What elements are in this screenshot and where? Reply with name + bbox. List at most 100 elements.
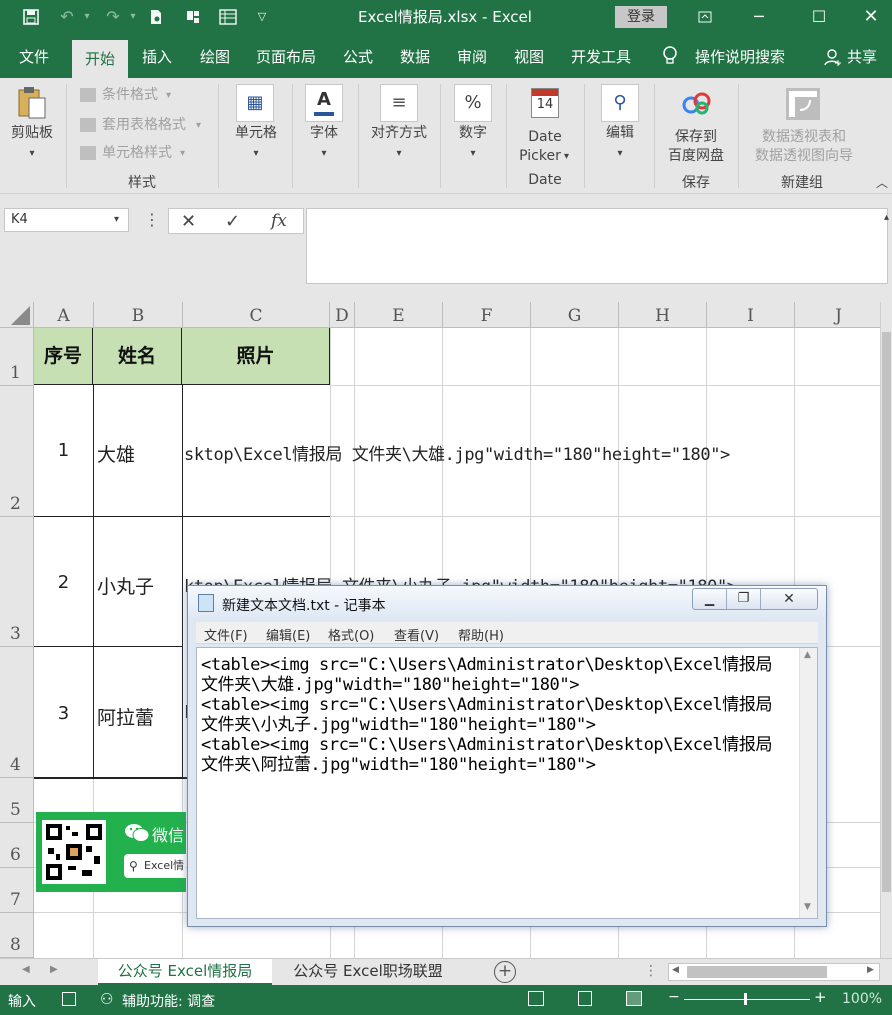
tab-developer[interactable]: 开发工具 bbox=[562, 34, 640, 78]
column-header-h[interactable]: H bbox=[619, 302, 707, 328]
name-box[interactable]: K4 bbox=[4, 208, 129, 232]
cells-dropdown-icon[interactable]: ▾ bbox=[226, 144, 286, 163]
cell-no-1[interactable]: 1 bbox=[34, 440, 93, 461]
scroll-right-icon[interactable]: ▶ bbox=[867, 965, 874, 975]
insert-function-icon[interactable]: fx bbox=[271, 211, 287, 231]
cell-style-dropdown-icon[interactable]: ▾ bbox=[180, 144, 185, 163]
date-picker-line2[interactable]: Picker bbox=[512, 147, 568, 166]
row-header-2[interactable]: 2 bbox=[0, 386, 34, 517]
column-header-a[interactable]: A bbox=[34, 302, 94, 328]
tab-insert[interactable]: 插入 bbox=[132, 34, 182, 78]
conditional-format-dropdown-icon[interactable]: ▾ bbox=[166, 86, 171, 105]
row-header-6[interactable]: 6 bbox=[0, 823, 34, 868]
header-cell-name[interactable]: 姓名 bbox=[93, 328, 182, 385]
notepad-close-icon[interactable]: ✕ bbox=[761, 589, 817, 609]
collapse-ribbon-icon[interactable]: ︿ bbox=[876, 174, 888, 193]
prev-sheet-icon[interactable]: ◀ bbox=[22, 964, 30, 975]
accessibility-status[interactable]: 辅助功能: 调查 bbox=[122, 991, 215, 1011]
horizontal-scrollbar[interactable]: ◀ ▶ bbox=[668, 963, 880, 981]
scroll-thumb[interactable] bbox=[882, 332, 891, 892]
tab-split-icon[interactable]: ⋮ bbox=[644, 963, 658, 979]
scroll-down-icon[interactable]: ▼ bbox=[804, 902, 811, 912]
tell-me-search[interactable]: 操作说明搜索 bbox=[686, 34, 794, 78]
h-scroll-thumb[interactable] bbox=[687, 966, 827, 978]
align-icon[interactable]: ≡ bbox=[380, 84, 418, 122]
login-button[interactable]: 登录 bbox=[615, 6, 667, 28]
header-cell-photo[interactable]: 照片 bbox=[182, 328, 330, 385]
namebox-dropdown-icon[interactable]: ▾ bbox=[114, 214, 119, 225]
menu-view[interactable]: 查看(V) bbox=[394, 625, 439, 644]
pivot-wizard-line1[interactable]: 数据透视表和 bbox=[744, 128, 864, 147]
zoom-slider-thumb[interactable] bbox=[744, 993, 747, 1005]
table-format-dropdown-icon[interactable]: ▾ bbox=[196, 116, 201, 135]
tab-draw[interactable]: 绘图 bbox=[190, 34, 240, 78]
column-header-f[interactable]: F bbox=[443, 302, 531, 328]
scroll-up-icon[interactable]: ▲ bbox=[804, 650, 811, 660]
notepad-text-area[interactable]: <table><img src="C:\Users\Administrator\… bbox=[196, 647, 818, 919]
clipboard-button[interactable]: 剪贴板 bbox=[4, 124, 60, 143]
zoom-in-icon[interactable]: + bbox=[814, 988, 827, 1006]
conditional-format-button[interactable]: 条件格式 bbox=[102, 86, 158, 105]
row-header-1[interactable]: 1 bbox=[0, 328, 34, 386]
select-all-button[interactable] bbox=[0, 302, 34, 328]
notepad-window[interactable]: 新建文本文档.txt - 记事本 ▁ ❐ ✕ 文件(F) 编辑(E) 格式(O)… bbox=[187, 585, 827, 927]
column-header-e[interactable]: E bbox=[355, 302, 443, 328]
wechat-banner[interactable]: 微信 ⚲ Excel情 bbox=[36, 812, 186, 892]
notepad-title-bar[interactable]: 新建文本文档.txt - 记事本 ▁ ❐ ✕ bbox=[188, 586, 826, 620]
tab-view[interactable]: 视图 bbox=[504, 34, 554, 78]
cells-button[interactable]: 单元格 bbox=[226, 124, 286, 143]
notepad-minimize-icon[interactable]: ▁ bbox=[693, 589, 727, 609]
tab-home[interactable]: 开始 bbox=[72, 40, 128, 78]
column-header-c[interactable]: C bbox=[183, 302, 330, 328]
clipboard-dropdown-icon[interactable]: ▾ bbox=[4, 144, 60, 163]
form-icon[interactable] bbox=[216, 0, 240, 37]
share-button[interactable]: 共享 bbox=[844, 34, 880, 78]
cell-name-2[interactable]: 小丸子 bbox=[97, 572, 154, 599]
font-button[interactable]: 字体 bbox=[294, 124, 354, 143]
menu-edit[interactable]: 编辑(E) bbox=[266, 625, 310, 644]
cell-no-2[interactable]: 2 bbox=[34, 572, 93, 593]
macro-record-icon[interactable] bbox=[62, 992, 76, 1006]
accessibility-icon[interactable]: ⚇ bbox=[100, 990, 113, 1008]
scroll-left-icon[interactable]: ◀ bbox=[672, 965, 679, 975]
column-header-g[interactable]: G bbox=[531, 302, 619, 328]
row-header-3[interactable]: 3 bbox=[0, 517, 34, 647]
number-format-icon[interactable]: % bbox=[454, 84, 492, 122]
cancel-icon[interactable]: ✕ bbox=[181, 211, 196, 232]
notepad-scrollbar[interactable]: ▲ ▼ bbox=[799, 648, 817, 918]
save-baidu-line2[interactable]: 百度网盘 bbox=[660, 147, 732, 166]
tab-file[interactable]: 文件 bbox=[6, 34, 62, 78]
calendar-icon[interactable]: 14 bbox=[531, 88, 559, 118]
zoom-level[interactable]: 100% bbox=[842, 991, 882, 1007]
column-header-i[interactable]: I bbox=[707, 302, 795, 328]
row-header-7[interactable]: 7 bbox=[0, 868, 34, 913]
redo-dropdown-icon[interactable]: ▾ bbox=[126, 0, 140, 34]
normal-view-icon[interactable] bbox=[528, 991, 544, 1006]
edit-button[interactable]: 编辑 bbox=[590, 124, 650, 143]
more-options-icon[interactable]: ⋮ bbox=[144, 210, 160, 229]
tab-page-layout[interactable]: 页面布局 bbox=[248, 34, 324, 78]
pivot-wizard-line2[interactable]: 数据透视图向导 bbox=[744, 147, 864, 166]
next-sheet-icon[interactable]: ▶ bbox=[50, 964, 58, 975]
zoom-slider[interactable] bbox=[684, 999, 810, 1000]
enter-check-icon[interactable]: ✓ bbox=[225, 211, 240, 232]
ribbon-display-icon[interactable] bbox=[694, 0, 716, 35]
row-header-4[interactable]: 4 bbox=[0, 647, 34, 778]
column-header-d[interactable]: D bbox=[330, 302, 355, 328]
header-cell-no[interactable]: 序号 bbox=[34, 328, 93, 385]
vertical-scrollbar[interactable] bbox=[880, 302, 892, 958]
formula-expand-icon[interactable]: ▴ bbox=[884, 212, 889, 223]
cell-name-3[interactable]: 阿拉蕾 bbox=[97, 703, 154, 730]
page-layout-view-icon[interactable] bbox=[578, 991, 592, 1006]
formula-input[interactable] bbox=[306, 208, 888, 284]
number-button[interactable]: 数字 bbox=[444, 124, 502, 143]
sheet-tab[interactable]: 公众号 Excel职场联盟 bbox=[276, 959, 460, 985]
tab-formulas[interactable]: 公式 bbox=[334, 34, 382, 78]
table-format-button[interactable]: 套用表格格式 bbox=[102, 116, 186, 135]
date-picker-dropdown-icon[interactable]: ▾ bbox=[564, 147, 569, 166]
font-icon[interactable]: A bbox=[305, 84, 343, 122]
brush-icon[interactable] bbox=[182, 0, 204, 37]
font-dropdown-icon[interactable]: ▾ bbox=[294, 144, 354, 163]
tab-review[interactable]: 审阅 bbox=[448, 34, 496, 78]
column-header-j[interactable]: J bbox=[795, 302, 883, 328]
